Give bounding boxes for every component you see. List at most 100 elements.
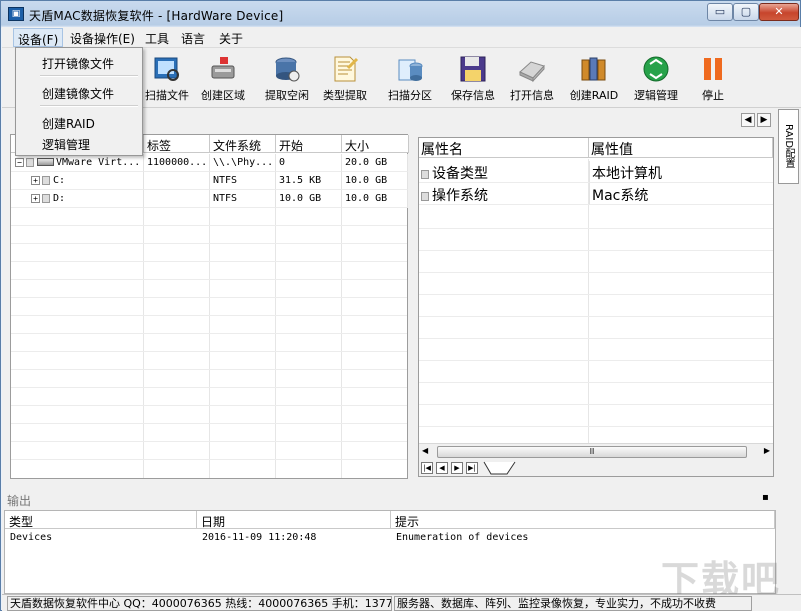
device-menu-dropdown: 打开镜像文件 创建镜像文件 创建RAID 逻辑管理 (15, 47, 143, 156)
close-button[interactable]: ✕ (759, 3, 799, 21)
property-icon (421, 169, 429, 179)
partition-label (144, 190, 210, 208)
partition-size: 10.0 GB (342, 190, 408, 208)
grid-line (11, 369, 407, 370)
stop-button[interactable]: 停止 (681, 52, 745, 106)
extract-free-button[interactable]: 提取空闲 (255, 52, 319, 106)
property-icon (421, 191, 429, 201)
column-header-filesystem[interactable]: 文件系统 (210, 135, 276, 153)
type-extract-button[interactable]: 类型提取 (313, 52, 377, 106)
open-info-button[interactable]: 打开信息 (500, 52, 564, 106)
status-service-info: 服务器、数据库、阵列、监控录像恢复，专业实力，不成功不收费 (394, 596, 752, 611)
checkbox-icon[interactable] (42, 193, 50, 203)
create-raid-icon (581, 57, 606, 81)
expand-icon[interactable]: + (31, 175, 40, 185)
menu-item-open-image[interactable]: 打开镜像文件 (16, 52, 142, 72)
partition-start: 10.0 GB (276, 190, 342, 208)
partition-filesystem: NTFS (210, 190, 276, 208)
grid-line (11, 279, 407, 280)
log-date: 2016-11-09 11:20:48 (202, 532, 317, 543)
collapse-icon[interactable]: − (15, 157, 24, 167)
column-header-start[interactable]: 开始 (276, 135, 342, 153)
sheet-tab-icon[interactable] (483, 461, 517, 475)
scan-file-button[interactable]: 扫描文件 (135, 52, 199, 106)
menu-separator (40, 105, 138, 107)
tab-scroll-right-button[interactable]: ▶ (757, 113, 771, 127)
horizontal-scrollbar[interactable]: ◀ Ⅲ ▶ (419, 443, 773, 460)
column-header-date[interactable]: 日期 (197, 511, 391, 529)
partition-name: D: (53, 193, 66, 204)
scroll-left-arrow-icon[interactable]: ◀ (422, 446, 428, 455)
scrollbar-thumb[interactable]: Ⅲ (437, 446, 747, 458)
grid-line (419, 404, 773, 405)
column-header-type[interactable]: 类型 (5, 511, 197, 529)
logic-manage-button[interactable]: 逻辑管理 (624, 52, 688, 106)
raid-config-tab[interactable]: RAID配置 (778, 109, 799, 184)
pin-icon[interactable]: ▪ (762, 492, 769, 503)
tab-scroll-left-button[interactable]: ◀ (741, 113, 755, 127)
column-header-label[interactable]: 标签 (144, 135, 210, 153)
table-row[interactable]: + D: (11, 190, 144, 208)
menu-device[interactable]: 设备(F) (13, 28, 64, 47)
minimize-button[interactable]: ▭ (707, 3, 733, 21)
toolbar-label: 保存信息 (451, 89, 495, 102)
table-row[interactable]: 操作系统 (419, 183, 589, 205)
menu-item-create-image[interactable]: 创建镜像文件 (16, 82, 142, 102)
partition-label (144, 172, 210, 190)
menu-item-create-raid[interactable]: 创建RAID (16, 112, 142, 132)
scan-partition-icon (398, 59, 423, 81)
grid-line (11, 459, 407, 460)
menu-tools[interactable]: 工具 (145, 30, 169, 47)
checkbox-icon[interactable] (42, 175, 50, 185)
menu-item-logic-manage[interactable]: 逻辑管理 (16, 133, 142, 153)
grid-line (419, 272, 773, 273)
first-page-icon[interactable]: |◀ (421, 462, 433, 474)
app-logo-icon[interactable]: ▣ (8, 7, 24, 21)
device-filesystem: \\.\Phy... (210, 154, 276, 172)
column-header-property-value[interactable]: 属性值 (589, 138, 773, 158)
table-row[interactable]: − VMware Virt... (11, 154, 144, 172)
scan-partition-button[interactable]: 扫描分区 (378, 52, 442, 106)
toolbar-label: 类型提取 (323, 89, 367, 102)
column-header-message[interactable]: 提示 (391, 511, 775, 529)
status-bar: 天盾数据恢复软件中心 QQ：4000076365 热线：4000076365 手… (2, 594, 801, 611)
status-contact-info: 天盾数据恢复软件中心 QQ：4000076365 热线：4000076365 手… (7, 596, 392, 611)
toolbar-label: 扫描分区 (388, 89, 432, 102)
last-page-icon[interactable]: ▶| (466, 462, 478, 474)
table-row[interactable]: 设备类型 (419, 161, 589, 183)
scroll-right-arrow-icon[interactable]: ▶ (764, 446, 770, 455)
menu-about[interactable]: 关于 (219, 30, 243, 47)
property-value: Mac系统 (589, 183, 773, 205)
maximize-button[interactable]: ▢ (733, 3, 759, 21)
title-bar: ▣ 天盾MAC数据恢复软件 - [HardWare Device] ▭ ▢ ✕ (1, 1, 800, 27)
grid-line (419, 338, 773, 339)
create-region-icon (211, 57, 235, 79)
prev-page-icon[interactable]: ◀ (436, 462, 448, 474)
expand-icon[interactable]: + (31, 193, 40, 203)
save-info-button[interactable]: 保存信息 (441, 52, 505, 106)
next-page-icon[interactable]: ▶ (451, 462, 463, 474)
grid-line (11, 441, 407, 442)
open-info-icon (519, 61, 545, 83)
column-header-size[interactable]: 大小 (342, 135, 409, 153)
toolbar-label: 提取空闲 (265, 89, 309, 102)
column-header-property-name[interactable]: 属性名 (419, 138, 589, 158)
menu-language[interactable]: 语言 (181, 30, 205, 47)
grid-line (11, 315, 407, 316)
menu-device-operations[interactable]: 设备操作(E) (70, 30, 135, 47)
device-start: 0 (276, 154, 342, 172)
toolbar-label: 创建RAID (569, 89, 619, 102)
window-title: 天盾MAC数据恢复软件 - [HardWare Device] (29, 9, 284, 23)
create-region-button[interactable]: 创建区域 (191, 52, 255, 106)
toolbar-label: 打开信息 (510, 89, 554, 102)
property-value: 本地计算机 (589, 161, 773, 183)
log-type: Devices (10, 532, 53, 543)
table-row[interactable]: + C: (11, 172, 144, 190)
scan-file-icon (154, 57, 179, 81)
create-raid-button[interactable]: 创建RAID (562, 52, 626, 106)
toolbar-label: 创建区域 (201, 89, 245, 102)
stop-icon (704, 58, 722, 80)
grid-line (419, 294, 773, 295)
checkbox-icon[interactable] (26, 157, 34, 167)
grid-line (419, 228, 773, 229)
